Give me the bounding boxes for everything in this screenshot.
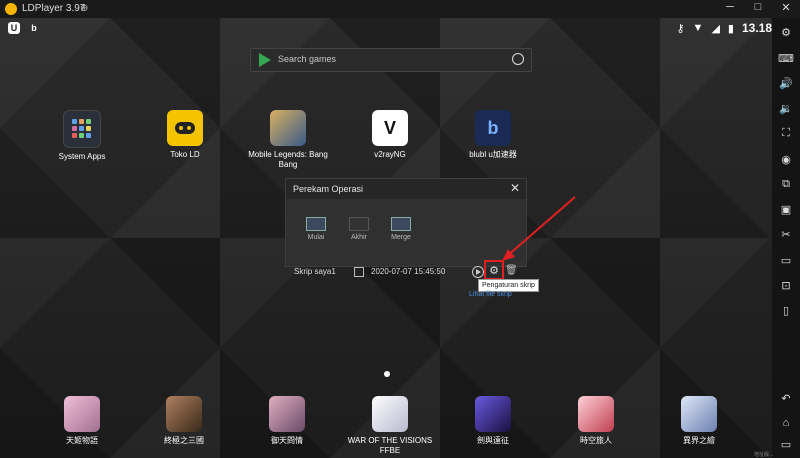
right-toolbar: ⚙ ⌨ 🔊 🔉 ⛶ ◉ ⧉ ▣ ✂ ▭ ⊡ ▯ ↶ ⌂ ▭ [772,18,800,458]
apk-icon[interactable]: ▣ [778,201,794,217]
scissors-icon[interactable]: ✂ [778,226,794,242]
record-icon[interactable]: ◉ [778,151,794,167]
recent-apps-icon[interactable]: ▭ [778,436,794,452]
screenshot-icon[interactable]: ⊡ [778,277,794,293]
back-icon[interactable]: ↶ [778,390,794,406]
home-icon[interactable]: ⌂ [778,415,794,431]
corner-text: 地址版... [754,452,774,458]
fullscreen-icon[interactable]: ⛶ [778,125,794,141]
annotation-arrow [502,196,576,261]
keyboard-icon[interactable]: ⌨ [778,50,794,66]
video-icon[interactable]: ▭ [778,252,794,268]
multi-instance-icon[interactable]: ⧉ [778,176,794,192]
rotate-icon[interactable]: ▯ [778,302,794,318]
volume-down-icon[interactable]: 🔉 [778,100,794,116]
volume-up-icon[interactable]: 🔊 [778,75,794,91]
settings-gear-icon[interactable]: ⚙ [778,24,794,40]
